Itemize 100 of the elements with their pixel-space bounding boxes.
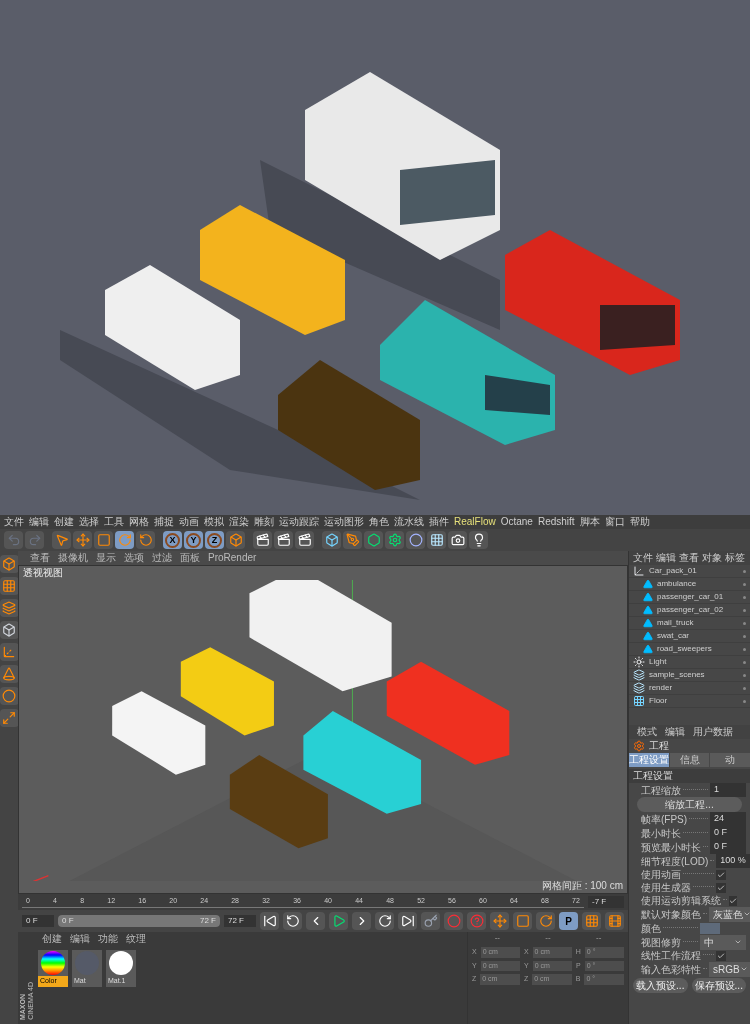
rotate-icon[interactable] <box>136 531 155 549</box>
menu-item[interactable]: 流水线 <box>394 517 424 527</box>
number-field[interactable]: 0 F <box>710 826 746 840</box>
number-field[interactable]: 24 <box>710 812 746 826</box>
move-icon[interactable] <box>73 531 92 549</box>
dropdown[interactable]: 中 <box>700 934 746 950</box>
viewport-menu-item[interactable]: 查看 <box>30 553 50 563</box>
record-icon[interactable] <box>444 912 463 930</box>
menu-item[interactable]: 帮助 <box>629 517 650 527</box>
rotate-icon[interactable] <box>115 531 134 549</box>
viewport-menu-item[interactable]: 摄像机 <box>58 553 88 563</box>
menu-item[interactable]: 雕刻 <box>254 517 274 527</box>
move-icon[interactable] <box>490 912 509 930</box>
cone-icon[interactable] <box>0 665 19 683</box>
clapperboard-icon[interactable] <box>295 531 314 549</box>
checkbox[interactable] <box>716 869 726 880</box>
attribute-menu-item[interactable]: 编辑 <box>665 727 685 737</box>
viewport-menu-item[interactable]: 显示 <box>96 553 116 563</box>
camera-icon[interactable] <box>448 531 467 549</box>
material-menu-item[interactable]: 编辑 <box>70 934 90 944</box>
object-row[interactable]: passenger_car_02 <box>629 604 750 617</box>
menu-item[interactable]: 工具 <box>104 517 124 527</box>
help-icon[interactable] <box>467 912 486 930</box>
material-menu-item[interactable]: 纹理 <box>126 934 146 944</box>
previous-key-icon[interactable] <box>283 912 302 930</box>
key-icon[interactable] <box>421 912 440 930</box>
start-frame-field[interactable]: 0 F <box>22 915 54 927</box>
clapperboard-icon[interactable] <box>253 531 272 549</box>
color-swatch[interactable] <box>700 922 720 934</box>
menu-item[interactable]: 编辑 <box>29 517 49 527</box>
layers-icon[interactable] <box>0 599 19 617</box>
end-frame-field[interactable]: 72 F <box>224 915 256 927</box>
object-row[interactable]: Car_pack_01 <box>629 565 750 578</box>
axis-lock-button[interactable]: X <box>163 531 182 549</box>
number-field[interactable]: 0 F <box>710 840 746 854</box>
checkbox[interactable] <box>716 882 726 893</box>
object-row[interactable]: road_sweepers <box>629 643 750 656</box>
object-menu-item[interactable]: 查看 <box>679 553 699 563</box>
dropdown[interactable]: sRGB <box>709 961 750 977</box>
menu-item[interactable]: 脚本 <box>579 517 600 527</box>
preset-button[interactable]: 保存预设... <box>691 978 746 993</box>
object-row[interactable]: mail_truck <box>629 617 750 630</box>
parameter-button[interactable]: P <box>559 912 578 930</box>
bulb-icon[interactable] <box>469 531 488 549</box>
material-menu-item[interactable]: 功能 <box>98 934 118 944</box>
menu-item[interactable]: 网格 <box>129 517 149 527</box>
viewport-menu-item[interactable]: 面板 <box>180 553 200 563</box>
axis-lock-button[interactable]: Y <box>184 531 203 549</box>
gear-icon[interactable] <box>385 531 404 549</box>
axis-lock-button[interactable]: Z <box>205 531 224 549</box>
pointer-icon[interactable] <box>52 531 71 549</box>
viewport-menu-item[interactable]: 选项 <box>124 553 144 563</box>
viewport-menu-item[interactable]: 过滤 <box>152 553 172 563</box>
cube-icon[interactable] <box>322 531 341 549</box>
axis-icon[interactable] <box>0 643 19 661</box>
menu-item[interactable]: Redshift <box>537 517 575 527</box>
object-row[interactable]: ambulance <box>629 578 750 591</box>
menu-item[interactable]: RealFlow <box>454 517 496 527</box>
texture-icon[interactable] <box>0 577 19 595</box>
first-frame-icon[interactable] <box>260 912 279 930</box>
grid-icon[interactable] <box>582 912 601 930</box>
attribute-menu-item[interactable]: 模式 <box>637 727 657 737</box>
object-row[interactable]: Floor <box>629 695 750 708</box>
ellipse-icon[interactable] <box>406 531 425 549</box>
cube-icon[interactable] <box>0 555 19 573</box>
object-row[interactable]: Light <box>629 656 750 669</box>
attribute-menu-item[interactable]: 用户数据 <box>693 727 733 737</box>
pen-icon[interactable] <box>343 531 362 549</box>
menu-item[interactable]: 动画 <box>179 517 199 527</box>
next-key-icon[interactable] <box>375 912 394 930</box>
previous-frame-icon[interactable] <box>306 912 325 930</box>
play-icon[interactable] <box>329 912 348 930</box>
clapperboard-icon[interactable] <box>274 531 293 549</box>
menu-item[interactable]: Octane <box>500 517 533 527</box>
scale-project-button[interactable]: 缩放工程... <box>637 797 742 812</box>
number-field[interactable]: 100 % <box>716 854 750 868</box>
menu-item[interactable]: 角色 <box>369 517 389 527</box>
preset-button[interactable]: 载入预设... <box>633 978 688 993</box>
object-menu-item[interactable]: 编辑 <box>656 553 676 563</box>
dropdown[interactable]: 灰蓝色 <box>709 906 750 922</box>
checkbox[interactable] <box>716 950 726 961</box>
menu-item[interactable]: 模拟 <box>204 517 224 527</box>
current-frame-field[interactable]: -7 F <box>588 896 624 908</box>
menu-item[interactable]: 选择 <box>79 517 99 527</box>
menu-item[interactable]: 渲染 <box>229 517 249 527</box>
menu-item[interactable]: 窗口 <box>604 517 625 527</box>
tab[interactable]: 信息 <box>669 753 710 767</box>
menu-item[interactable]: 运动图形 <box>324 517 364 527</box>
object-menu-item[interactable]: 文件 <box>633 553 653 563</box>
object-row[interactable]: swat_car <box>629 630 750 643</box>
plane-icon[interactable] <box>427 531 446 549</box>
menu-item[interactable]: 运动跟踪 <box>279 517 319 527</box>
last-frame-icon[interactable] <box>398 912 417 930</box>
material-menu-item[interactable]: 创建 <box>42 934 62 944</box>
object-row[interactable]: passenger_car_01 <box>629 591 750 604</box>
range-slider[interactable]: 0 F 72 F <box>58 915 220 927</box>
object-row[interactable]: render <box>629 682 750 695</box>
tab[interactable]: 动 <box>710 753 750 767</box>
rotate-icon[interactable] <box>536 912 555 930</box>
checkbox[interactable] <box>729 895 737 906</box>
